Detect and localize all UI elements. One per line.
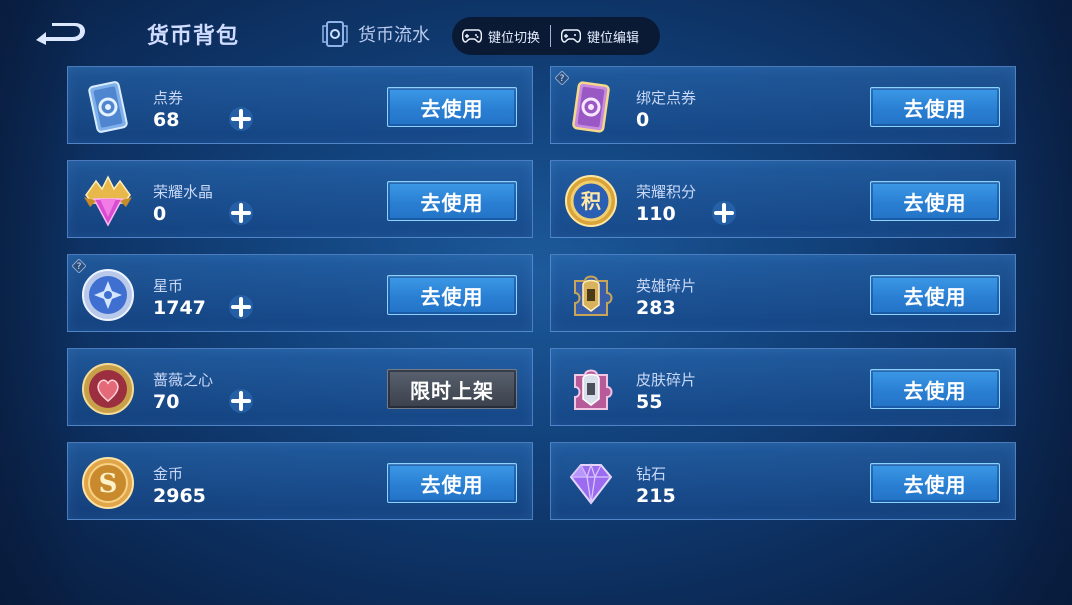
key-switch-button[interactable]: 键位切换 [452, 17, 550, 55]
currency-amount: 2965 [153, 485, 206, 507]
card-flow-icon [322, 21, 348, 47]
back-arrow-icon [36, 23, 85, 45]
currency-amount: 283 [636, 297, 676, 319]
add-plus-icon[interactable] [228, 388, 254, 414]
key-switch-label: 键位切换 [488, 30, 541, 46]
currency-name: 皮肤碎片 [636, 371, 697, 389]
use-button[interactable]: 去使用 [387, 181, 517, 221]
use-button[interactable]: 去使用 [870, 275, 1000, 315]
currency-card-diamond: 钻石 215 去使用 [550, 442, 1016, 520]
hero-fragment-icon [574, 275, 613, 316]
currency-name: 荣耀积分 [636, 183, 697, 201]
glory-crystal-icon [84, 175, 132, 227]
currency-name: 荣耀水晶 [153, 183, 214, 201]
currency-amount: 215 [636, 485, 676, 507]
svg-text:积: 积 [581, 189, 601, 213]
currency-name: 星币 [153, 277, 184, 295]
gamepad-icon [462, 29, 482, 43]
svg-text:S: S [99, 469, 118, 499]
use-button[interactable]: 去使用 [870, 369, 1000, 409]
currency-amount: 1747 [153, 297, 206, 319]
currency-name: 钻石 [636, 465, 667, 483]
skin-fragment-icon [574, 369, 613, 410]
limited-time-button[interactable]: 限时上架 [387, 369, 517, 409]
glory-points-icon: 积 [565, 175, 617, 227]
back-button[interactable] [32, 20, 88, 48]
bound-coupon-card-icon [572, 81, 610, 133]
add-plus-icon[interactable] [228, 200, 254, 226]
gamepad-edit-icon [561, 29, 582, 43]
currency-amount: 68 [153, 109, 180, 131]
currency-amount: 0 [636, 109, 650, 131]
coupon-card-icon [88, 81, 128, 133]
add-plus-icon[interactable] [711, 200, 737, 226]
page-title: 货币背包 [147, 24, 240, 49]
currency-flow-label: 货币流水 [358, 25, 430, 46]
gold-coin-icon: S [82, 457, 134, 509]
use-button[interactable]: 去使用 [870, 87, 1000, 127]
currency-name: 英雄碎片 [636, 277, 697, 295]
currency-amount: 55 [636, 391, 663, 413]
currency-card-rose-heart: 蔷薇之心 70 限时上架 [67, 348, 533, 426]
currency-name: 金币 [153, 465, 184, 483]
add-plus-icon[interactable] [228, 294, 254, 320]
currency-card-glory-points: 积 荣耀积分 110 去使用 [550, 160, 1016, 238]
currency-card-skin-fragment: 皮肤碎片 55 去使用 [550, 348, 1016, 426]
currency-name: 点券 [153, 89, 184, 107]
currency-card-gold-coin: S 金币 2965 去使用 [67, 442, 533, 520]
currency-card-coupon: 点券 68 去使用 [67, 66, 533, 144]
rose-heart-icon [82, 363, 134, 415]
currency-amount: 70 [153, 391, 180, 413]
currency-card-star-coin: ? 星币 1747 去使用 [67, 254, 533, 332]
use-button[interactable]: 去使用 [870, 463, 1000, 503]
key-edit-label: 键位编辑 [587, 30, 640, 46]
top-bar: 货币背包 货币流水 键位切换 键位编辑 [0, 0, 1072, 62]
key-edit-button[interactable]: 键位编辑 [551, 17, 649, 55]
currency-name: 蔷薇之心 [153, 371, 214, 389]
currency-card-glory-crystal: 荣耀水晶 0 去使用 [67, 160, 533, 238]
use-button[interactable]: 去使用 [870, 181, 1000, 221]
currency-name: 绑定点券 [636, 89, 697, 107]
currency-amount: 0 [153, 203, 167, 225]
currency-card-bound-coupon: ? 绑定点券 0 去使用 [550, 66, 1016, 144]
currency-amount: 110 [636, 203, 676, 225]
use-button[interactable]: 去使用 [387, 275, 517, 315]
currency-card-hero-fragment: 英雄碎片 283 去使用 [550, 254, 1016, 332]
currency-flow-tab[interactable]: 货币流水 [320, 20, 430, 48]
add-plus-icon[interactable] [228, 106, 254, 132]
diamond-icon [569, 462, 613, 505]
use-button[interactable]: 去使用 [387, 463, 517, 503]
star-coin-icon [82, 269, 134, 321]
key-mapping-bar: 键位切换 键位编辑 [452, 17, 660, 55]
use-button[interactable]: 去使用 [387, 87, 517, 127]
